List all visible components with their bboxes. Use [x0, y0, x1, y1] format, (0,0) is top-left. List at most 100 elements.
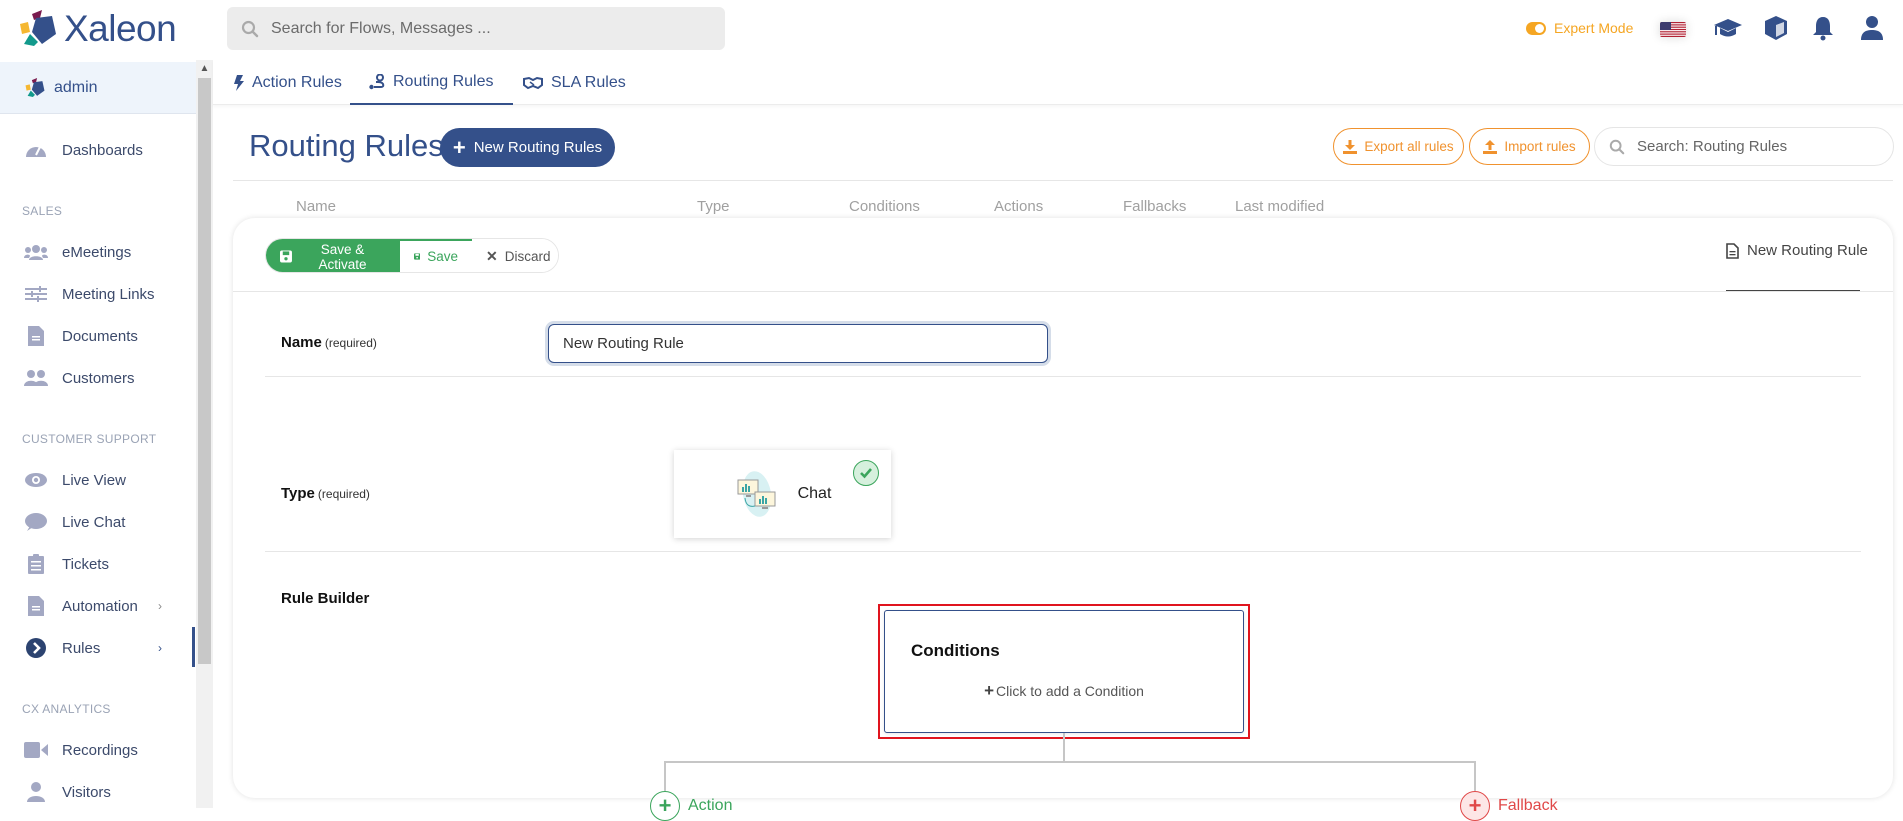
file-icon	[1726, 242, 1739, 259]
column-header-conditions[interactable]: Conditions	[849, 198, 920, 215]
sidebar-item-label: Dashboards	[62, 141, 143, 159]
top-bar: Xaleon Expert Mode	[0, 0, 1903, 60]
button-label: New Routing Rules	[473, 139, 603, 156]
type-field-label: Type (required)	[281, 485, 370, 502]
import-rules-button[interactable]: Import rules	[1469, 128, 1590, 165]
sidebar-item-label: Documents	[62, 327, 138, 345]
scroll-up-arrow-icon[interactable]: ▲	[198, 62, 211, 76]
sidebar-item-label: Meeting Links	[62, 285, 155, 303]
tab-label: New Routing Rule	[1747, 242, 1868, 259]
rule-search-input[interactable]	[1637, 138, 1877, 155]
users-group-icon	[24, 241, 48, 263]
column-header-fallbacks[interactable]: Fallbacks	[1123, 198, 1186, 215]
sliders-icon	[24, 283, 48, 305]
sidebar-item-documents[interactable]: Documents	[0, 318, 196, 354]
user-icon	[24, 781, 48, 803]
logo[interactable]: Xaleon	[18, 8, 177, 50]
new-routing-rules-button[interactable]: + New Routing Rules	[440, 128, 615, 167]
add-action-button[interactable]: + Action	[650, 791, 732, 821]
label-text: Type	[281, 485, 315, 502]
sidebar-scrollbar-thumb[interactable]	[198, 78, 211, 664]
type-option-label: Chat	[797, 485, 832, 502]
column-header-name[interactable]: Name	[296, 198, 336, 215]
rule-name-input[interactable]	[548, 324, 1048, 363]
sidebar-item-tickets[interactable]: Tickets	[0, 546, 196, 582]
tab-action-rules[interactable]: Action Rules	[230, 60, 346, 105]
graduation-cap-icon[interactable]	[1713, 14, 1742, 42]
user-icon[interactable]	[1860, 14, 1888, 42]
sidebar-item-recordings[interactable]: Recordings	[0, 732, 196, 768]
rule-search[interactable]	[1594, 127, 1894, 166]
connector-line	[1063, 733, 1065, 762]
toggle-switch-icon[interactable]	[1526, 21, 1546, 35]
type-option-chat[interactable]: Chat	[674, 450, 891, 538]
user-profile-row[interactable]: admin	[0, 62, 196, 114]
sidebar-item-label: Tickets	[62, 555, 109, 573]
bell-icon[interactable]	[1811, 14, 1839, 42]
required-hint: (required)	[324, 336, 377, 350]
xaleon-logo-icon	[20, 10, 56, 46]
action-label: Action	[688, 797, 733, 814]
global-search-input[interactable]	[271, 19, 701, 38]
chat-bubble-icon	[24, 511, 48, 533]
floppy-disk-icon	[414, 253, 421, 260]
editor-tab-new-routing-rule[interactable]: New Routing Rule	[1726, 242, 1868, 259]
button-label: Discard	[504, 249, 551, 264]
export-all-rules-button[interactable]: Export all rules	[1333, 128, 1464, 165]
sidebar-item-meeting-links[interactable]: Meeting Links	[0, 276, 196, 312]
plus-circle-icon: +	[1460, 791, 1490, 821]
sidebar-item-rules[interactable]: Rules ›	[0, 630, 196, 666]
global-search[interactable]	[227, 7, 725, 50]
route-icon	[369, 73, 385, 89]
search-icon	[241, 20, 259, 37]
column-header-type[interactable]: Type	[697, 198, 730, 215]
clipboard-list-icon	[24, 553, 48, 575]
name-field-label: Name (required)	[281, 334, 377, 351]
connector-line	[664, 761, 1476, 763]
chat-computers-icon	[737, 471, 776, 517]
check-circle-icon	[853, 460, 879, 486]
sidebar-item-live-view[interactable]: Live View	[0, 462, 196, 498]
expert-mode-toggle[interactable]: Expert Mode	[1526, 20, 1633, 36]
download-icon	[1343, 139, 1358, 154]
column-header-actions[interactable]: Actions	[994, 198, 1043, 215]
plus-icon: +	[452, 134, 466, 160]
fallback-label: Fallback	[1498, 797, 1558, 814]
column-header-last-modified[interactable]: Last modified	[1235, 198, 1324, 215]
sidebar-item-live-chat[interactable]: Live Chat	[0, 504, 196, 540]
customers-icon	[24, 367, 48, 389]
active-indicator	[192, 627, 195, 667]
tab-label: SLA Rules	[551, 73, 626, 91]
sidebar-item-emeetings[interactable]: eMeetings	[0, 234, 196, 270]
tab-routing-rules[interactable]: Routing Rules	[350, 60, 513, 105]
sidebar-item-dashboards[interactable]: Dashboards	[0, 132, 196, 168]
save-and-activate-button[interactable]: Save & Activate	[266, 239, 400, 272]
sidebar: admin Dashboards SALES eMeetings Meeting…	[0, 60, 196, 808]
conditions-title: Conditions	[911, 641, 1000, 660]
expert-mode-label: Expert Mode	[1554, 20, 1634, 36]
button-label: Export all rules	[1364, 139, 1454, 154]
plus-icon: +	[984, 681, 995, 700]
handshake-icon	[523, 76, 543, 89]
sidebar-item-visitors[interactable]: Visitors	[0, 774, 196, 808]
sidebar-item-automation[interactable]: Automation ›	[0, 588, 196, 624]
us-flag-icon[interactable]	[1660, 22, 1686, 37]
cube-icon[interactable]	[1763, 14, 1791, 42]
add-condition-link[interactable]: + Click to add a Condition	[885, 681, 1243, 701]
tab-sla-rules[interactable]: SLA Rules	[519, 60, 630, 105]
chevron-circle-right-icon	[24, 637, 48, 659]
sidebar-item-label: Rules	[62, 639, 101, 657]
discard-button[interactable]: ✕ Discard	[472, 239, 558, 272]
rule-editor-card: Save & Activate Save ✕ Discard New Routi…	[233, 218, 1893, 821]
conditions-box[interactable]: Conditions + Click to add a Condition	[884, 610, 1244, 733]
tab-label: Action Rules	[252, 73, 342, 91]
bolt-icon	[234, 74, 244, 91]
required-hint: (required)	[317, 487, 370, 501]
sidebar-item-label: Automation	[62, 597, 138, 615]
divider	[265, 376, 1861, 377]
sidebar-item-customers[interactable]: Customers	[0, 360, 196, 396]
add-fallback-button[interactable]: + Fallback	[1460, 791, 1558, 821]
xaleon-logo-icon	[25, 77, 45, 97]
save-button[interactable]: Save	[400, 239, 472, 272]
label-text: Name	[281, 334, 322, 351]
